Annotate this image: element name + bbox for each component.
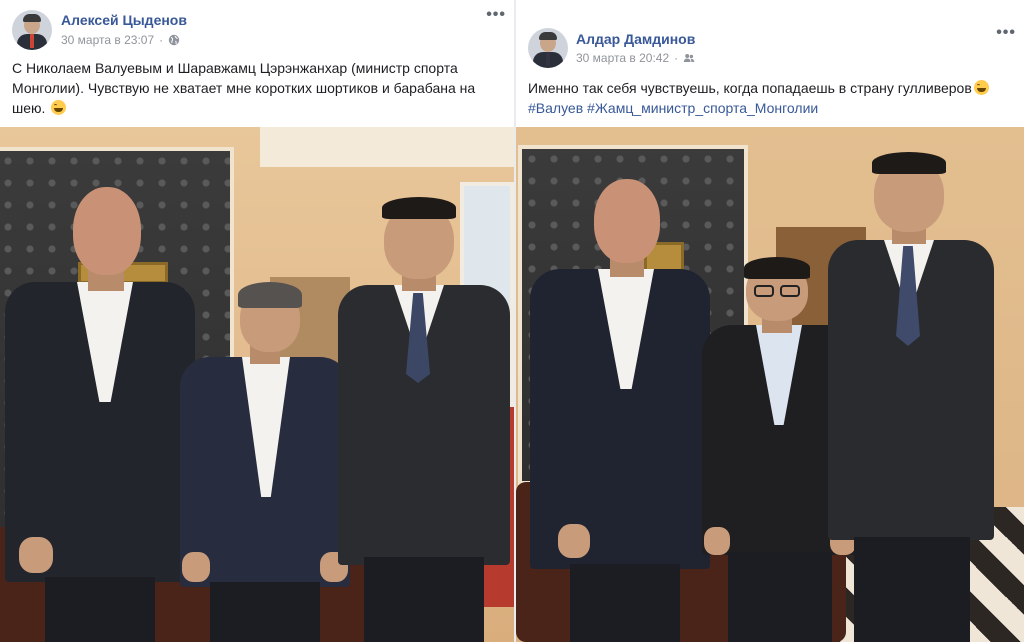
post-meta: 30 марта в 23:07 ·: [61, 33, 180, 47]
author-name[interactable]: Алексей Цыденов: [61, 12, 187, 28]
post-text-body: С Николаем Валуевым и Шаравжамц Цэрэнжан…: [12, 60, 476, 116]
friends-icon[interactable]: [683, 52, 695, 64]
post-text-body: Именно так себя чувствуешь, когда попада…: [528, 80, 972, 96]
author-name[interactable]: Алдар Дамдинов: [576, 31, 695, 47]
author-avatar[interactable]: [12, 10, 52, 50]
post-right: Алдар Дамдинов 30 марта в 20:42 · ••• Им…: [514, 0, 1024, 642]
more-options-button[interactable]: •••: [996, 24, 1016, 42]
post-text: Именно так себя чувствуешь, когда попада…: [528, 78, 1008, 118]
post-text: С Николаем Валуевым и Шаравжамц Цэрэнжан…: [12, 58, 492, 118]
laughing-emoji-icon: [973, 80, 989, 95]
hashtag-link[interactable]: #Валуев: [528, 100, 583, 116]
post-timestamp[interactable]: 30 марта в 23:07: [61, 33, 154, 47]
author-avatar[interactable]: [528, 28, 568, 68]
post-meta: 30 марта в 20:42 ·: [576, 51, 695, 65]
post-photo[interactable]: [0, 127, 514, 642]
globe-icon[interactable]: [168, 34, 180, 46]
post-photo[interactable]: [516, 127, 1024, 642]
more-options-button[interactable]: •••: [486, 6, 506, 24]
post-header: Алдар Дамдинов 30 марта в 20:42 · •••: [516, 0, 1024, 68]
meta-separator: ·: [159, 33, 164, 47]
meta-separator: ·: [674, 51, 679, 65]
post-header: Алексей Цыденов 30 марта в 23:07 · •••: [0, 0, 514, 60]
post-left: Алексей Цыденов 30 марта в 23:07 · ••• С…: [0, 0, 514, 642]
post-timestamp[interactable]: 30 марта в 20:42: [576, 51, 669, 65]
grinning-sweat-emoji-icon: [51, 100, 67, 115]
hashtag-link[interactable]: #Жамц_министр_спорта_Монголии: [587, 100, 818, 116]
